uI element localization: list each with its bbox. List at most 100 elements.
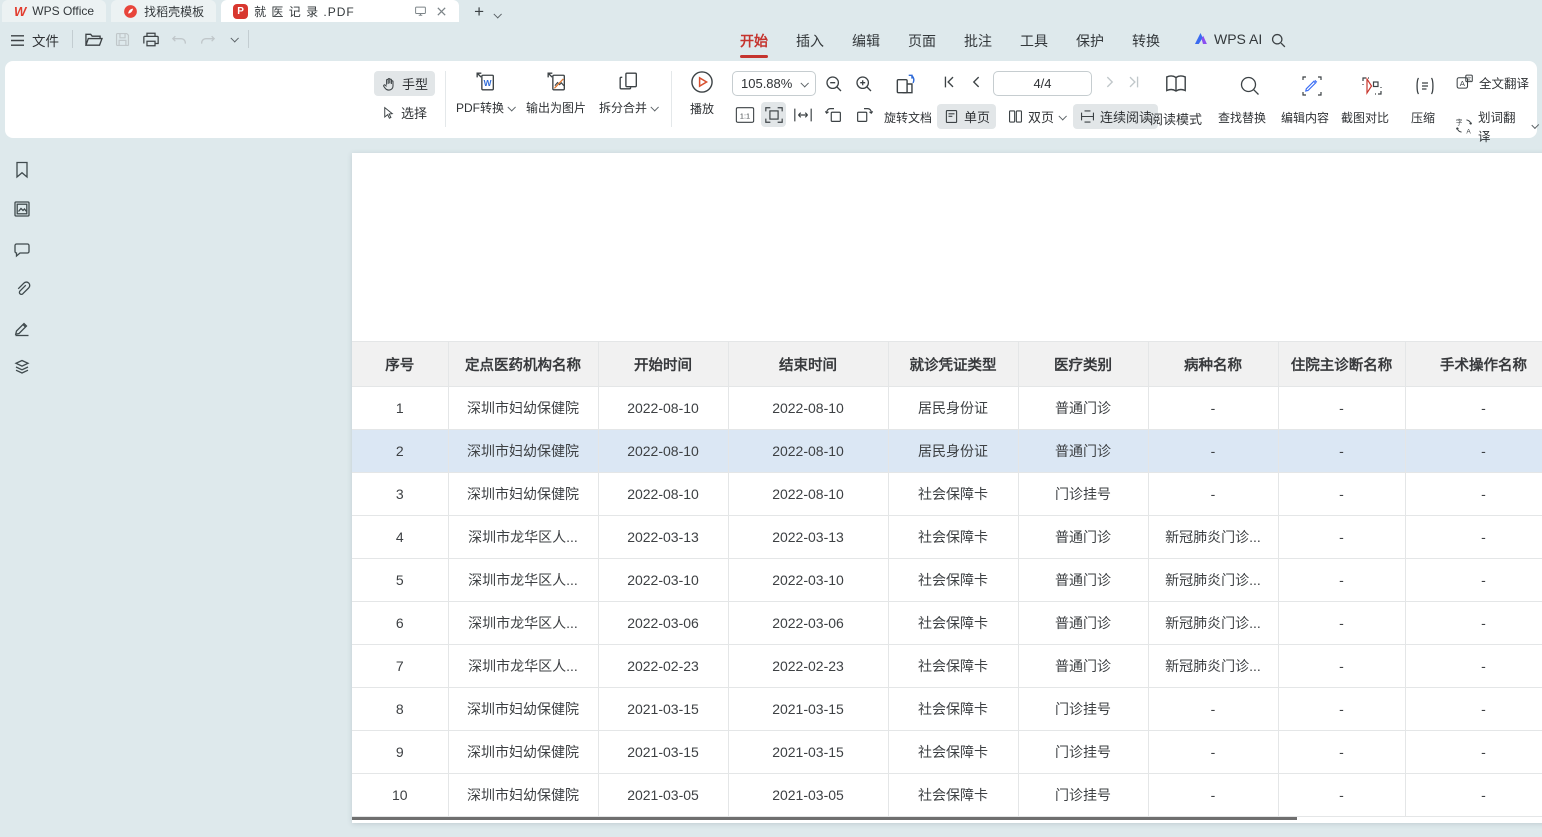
table-cell: - xyxy=(1148,774,1278,817)
split-merge-button[interactable]: 拆分合并 xyxy=(594,69,662,116)
edit-content-label[interactable]: 编辑内容 xyxy=(1281,109,1329,126)
quick-access-chevron-icon[interactable] xyxy=(230,34,238,42)
docer-icon xyxy=(123,4,138,19)
screenshot-compare-label[interactable]: 截图对比 xyxy=(1341,109,1389,126)
page-indicator-input[interactable]: 4/4 xyxy=(993,71,1092,96)
table-cell: 社会保障卡 xyxy=(888,602,1018,645)
word-translate-button[interactable]: 字A 划词翻译 xyxy=(1455,107,1537,145)
full-translate-button[interactable]: A文 全文翻译 xyxy=(1455,73,1529,92)
menu-保护[interactable]: 保护 xyxy=(1062,22,1118,60)
wps-ai-button[interactable]: WPS AI xyxy=(1192,30,1262,47)
read-mode-label[interactable]: 阅读模式 xyxy=(1150,109,1202,128)
divider xyxy=(72,30,73,48)
undo-icon[interactable] xyxy=(171,32,188,47)
full-translate-icon: A文 xyxy=(1455,73,1474,92)
column-header: 病种名称 xyxy=(1148,342,1278,387)
signature-panel-icon[interactable] xyxy=(12,318,32,338)
table-cell: 2022-02-23 xyxy=(728,645,888,688)
export-image-button[interactable]: 输出为图片 xyxy=(520,69,592,116)
menu-开始[interactable]: 开始 xyxy=(726,22,782,60)
table-cell: 深圳市妇幼保健院 xyxy=(448,387,598,430)
tab-docer-templates[interactable]: 找稻壳模板 xyxy=(111,0,216,22)
single-page-button[interactable]: 单页 xyxy=(937,104,996,129)
table-cell: 2021-03-15 xyxy=(728,688,888,731)
menu-工具[interactable]: 工具 xyxy=(1006,22,1062,60)
svg-text:文: 文 xyxy=(1467,75,1472,82)
read-mode-icon[interactable] xyxy=(1163,71,1189,97)
search-icon[interactable] xyxy=(1270,32,1287,49)
chevron-down-icon xyxy=(650,103,658,111)
single-page-icon xyxy=(943,108,960,125)
table-cell: 2021-03-15 xyxy=(598,731,728,774)
layers-panel-icon[interactable] xyxy=(12,357,32,377)
pdf-convert-button[interactable]: W PDF转换 xyxy=(452,69,518,116)
rotate-left-icon[interactable] xyxy=(821,102,846,127)
thumbnails-panel-icon[interactable] xyxy=(12,199,32,219)
save-icon[interactable] xyxy=(114,31,131,48)
find-replace-icon[interactable] xyxy=(1238,74,1262,98)
play-button[interactable]: 播放 xyxy=(681,69,723,117)
prev-page-icon[interactable] xyxy=(968,74,984,90)
zoom-level-select[interactable]: 105.88% xyxy=(732,71,816,96)
edit-content-icon[interactable] xyxy=(1300,74,1324,98)
rotate-doc-icon[interactable] xyxy=(893,71,919,97)
play-label: 播放 xyxy=(690,100,714,117)
comments-panel-icon[interactable] xyxy=(12,240,32,260)
svg-text:字: 字 xyxy=(1456,117,1463,126)
zoom-in-icon[interactable] xyxy=(854,74,874,94)
attachments-panel-icon[interactable] xyxy=(12,279,32,299)
open-folder-icon[interactable] xyxy=(84,31,103,48)
compress-label[interactable]: 压缩 xyxy=(1411,109,1435,126)
menu-批注[interactable]: 批注 xyxy=(950,22,1006,60)
rotate-doc-label[interactable]: 旋转文档 xyxy=(884,109,932,126)
file-menu[interactable]: 文件 xyxy=(10,30,59,50)
monitor-icon[interactable] xyxy=(413,4,428,18)
menu-转换[interactable]: 转换 xyxy=(1118,22,1174,60)
table-cell: 9 xyxy=(352,731,448,774)
table-cell: - xyxy=(1405,774,1542,817)
pdf-page: 序号定点医药机构名称开始时间结束时间就诊凭证类型医疗类别病种名称住院主诊断名称手… xyxy=(352,153,1542,823)
continuous-read-button[interactable]: 连续阅读 xyxy=(1073,104,1158,129)
table-cell: 社会保障卡 xyxy=(888,731,1018,774)
close-tab-icon[interactable] xyxy=(436,6,447,17)
menu-插入[interactable]: 插入 xyxy=(782,22,838,60)
double-page-button[interactable]: 双页 xyxy=(1001,104,1071,129)
cursor-icon xyxy=(381,105,396,120)
next-page-icon[interactable] xyxy=(1102,74,1118,90)
rotate-right-icon[interactable] xyxy=(851,102,876,127)
table-cell: 新冠肺炎门诊... xyxy=(1148,602,1278,645)
hand-tool-button[interactable]: 手型 xyxy=(374,71,435,96)
table-cell: 8 xyxy=(352,688,448,731)
tab-wps-office[interactable]: W WPS Office xyxy=(2,0,106,22)
menu-页面[interactable]: 页面 xyxy=(894,22,950,60)
table-cell: 2022-08-10 xyxy=(598,430,728,473)
fit-width-icon[interactable] xyxy=(790,102,815,127)
select-tool-button[interactable]: 选择 xyxy=(374,100,435,125)
table-cell: 门诊挂号 xyxy=(1018,473,1148,516)
first-page-icon[interactable] xyxy=(941,74,957,90)
tab-list-chevron-icon[interactable] xyxy=(493,10,501,18)
redo-icon[interactable] xyxy=(199,32,216,47)
table-cell: 2022-03-10 xyxy=(598,559,728,602)
column-header: 手术操作名称 xyxy=(1405,342,1542,387)
pdf-convert-icon: W xyxy=(473,69,498,94)
print-icon[interactable] xyxy=(142,31,160,48)
new-tab-button[interactable]: + xyxy=(474,3,484,20)
fit-page-icon[interactable] xyxy=(761,102,786,127)
table-cell: 社会保障卡 xyxy=(888,559,1018,602)
actual-size-icon[interactable]: 1:1 xyxy=(732,102,757,127)
find-replace-label[interactable]: 查找替换 xyxy=(1218,109,1266,126)
tab-medical-record-pdf[interactable]: P 就 医 记 录 .PDF xyxy=(221,0,459,22)
menu-编辑[interactable]: 编辑 xyxy=(838,22,894,60)
screenshot-compare-icon[interactable] xyxy=(1360,74,1384,98)
table-cell: - xyxy=(1278,645,1405,688)
table-cell: 深圳市妇幼保健院 xyxy=(448,688,598,731)
tab-bar: W WPS Office 找稻壳模板 P 就 医 记 录 .PDF + xyxy=(0,0,1542,22)
last-page-icon[interactable] xyxy=(1126,74,1142,90)
hand-tool-label: 手型 xyxy=(402,74,428,93)
zoom-out-icon[interactable] xyxy=(824,74,844,94)
table-row: 7深圳市龙华区人...2022-02-232022-02-23社会保障卡普通门诊… xyxy=(352,645,1542,688)
compress-icon[interactable] xyxy=(1413,74,1437,98)
bookmarks-panel-icon[interactable] xyxy=(12,160,32,180)
svg-text:W: W xyxy=(483,78,491,88)
